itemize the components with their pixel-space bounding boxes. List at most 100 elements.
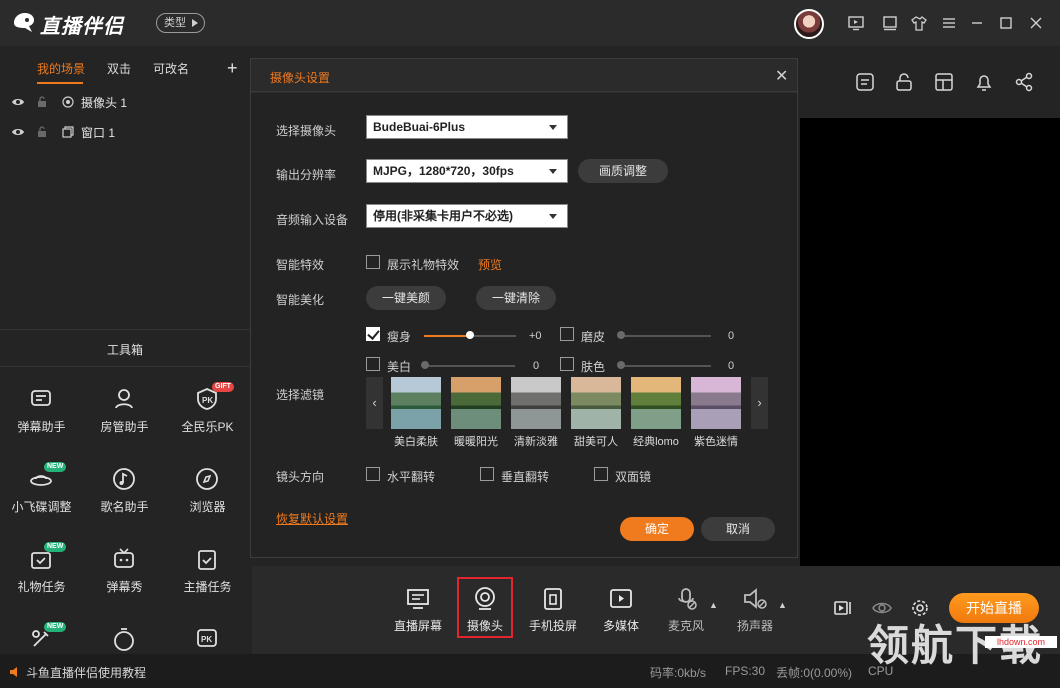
tool-pk[interactable]: PK GIFT 全民乐PK (166, 378, 249, 456)
lock-icon[interactable] (36, 126, 48, 138)
monitor-icon[interactable] (881, 14, 899, 32)
tool-bullet-show[interactable]: 弹幕秀 (83, 538, 166, 616)
gift-effects-checkbox[interactable] (366, 255, 380, 269)
camera-select[interactable]: BudeBuai-6Plus (366, 115, 568, 139)
record-icon[interactable] (833, 598, 853, 618)
phone-cast-button[interactable]: 手机投屏 (523, 586, 583, 638)
tool-browser[interactable]: 浏览器 (166, 458, 249, 536)
cancel-button[interactable]: 取消 (701, 517, 775, 541)
dialog-header: 摄像头设置 ✕ (251, 59, 797, 92)
gift-effects-label: 展示礼物特效 (387, 258, 460, 272)
lock-icon[interactable] (36, 96, 48, 108)
speaker-options-icon[interactable]: ▲ (778, 600, 790, 612)
smooth-checkbox[interactable] (560, 327, 574, 341)
task-icon (198, 550, 216, 570)
resolution-select[interactable]: MJPG，1280*720，30fps (366, 159, 568, 183)
source-label: 摄像头 1 (81, 96, 128, 110)
smooth-slider[interactable] (619, 335, 711, 337)
menu-icon[interactable] (940, 14, 958, 32)
one-click-clear-button[interactable]: 一键清除 (476, 286, 556, 310)
filter-thumb-1[interactable] (391, 377, 441, 429)
dialog-close-icon[interactable]: ✕ (775, 66, 788, 86)
one-click-beauty-button[interactable]: 一键美颜 (366, 286, 446, 310)
speaker-button[interactable]: 扬声器 (725, 586, 785, 638)
phone-cast-icon (544, 588, 562, 610)
tool-gift-task[interactable]: NEW 礼物任务 (0, 538, 83, 616)
tool-room-admin[interactable]: 房管助手 (83, 378, 166, 456)
add-scene-button[interactable]: + (227, 58, 238, 79)
whiten-slider[interactable] (423, 365, 515, 367)
filter-thumb-4[interactable] (571, 377, 621, 429)
filter-thumb-2[interactable] (451, 377, 501, 429)
tool-bullet-chat[interactable]: 弹幕助手 (0, 378, 83, 456)
title-bar: 直播伴侣 类型 (0, 0, 1060, 46)
svg-text:PK: PK (201, 635, 212, 644)
quality-adjust-button[interactable]: 画质调整 (578, 159, 668, 183)
filter-prev-icon[interactable]: ‹ (366, 377, 383, 429)
tool-song-name[interactable]: 歌名助手 (83, 458, 166, 536)
camera-button[interactable]: 摄像头 (455, 586, 515, 638)
chevron-down-icon (549, 169, 557, 174)
effects-preview-link[interactable]: 预览 (478, 256, 502, 273)
restore-defaults-link[interactable]: 恢复默认设置 (276, 510, 348, 527)
filter-thumb-3[interactable] (511, 377, 561, 429)
share-icon[interactable] (1014, 72, 1034, 92)
type-button[interactable]: 类型 (156, 13, 205, 33)
tool-label: 弹幕助手 (17, 420, 66, 434)
tool-label: 歌名助手 (100, 500, 149, 514)
skin-tone-slider[interactable] (619, 365, 711, 367)
dual-mirror-checkbox[interactable] (594, 467, 608, 481)
tab-double-click[interactable]: 双击 (107, 60, 131, 77)
multimedia-button[interactable]: 多媒体 (591, 586, 651, 638)
slim-checkbox[interactable] (366, 327, 380, 341)
source-row-window[interactable]: 窗口 1 (0, 118, 250, 146)
filter-thumb-6[interactable] (691, 377, 741, 429)
filter-next-icon[interactable]: › (751, 377, 768, 429)
tab-my-scene[interactable]: 我的场景 (37, 60, 85, 77)
whiten-slider-knob[interactable] (421, 361, 429, 369)
preview-canvas[interactable] (800, 118, 1060, 566)
smart-beauty-label: 智能美化 (276, 293, 325, 307)
filter-name-1: 美白柔肤 (394, 436, 438, 448)
audio-input-select[interactable]: 停用(非采集卡用户不必选) (366, 204, 568, 228)
bottom-item-label: 麦克风 (667, 619, 704, 633)
compass-icon (196, 468, 218, 490)
slim-slider-knob[interactable] (466, 331, 474, 339)
minimize-icon[interactable] (968, 14, 986, 32)
video-play-icon[interactable] (847, 14, 865, 32)
confirm-button[interactable]: 确定 (620, 517, 694, 541)
bell-icon[interactable] (974, 72, 994, 92)
source-row-camera[interactable]: 摄像头 1 (0, 88, 250, 116)
maximize-icon[interactable] (997, 14, 1015, 32)
tool-anchor-task[interactable]: 主播任务 (166, 538, 249, 616)
avatar[interactable] (794, 9, 824, 39)
scene-tabs: 我的场景 双击 可改名 + (0, 58, 250, 86)
audio-input-value: 停用(非采集卡用户不必选) (373, 209, 513, 223)
smooth-slider-knob[interactable] (617, 331, 625, 339)
filter-thumb-5[interactable] (631, 377, 681, 429)
vertical-flip-checkbox[interactable] (480, 467, 494, 481)
whiten-checkbox[interactable] (366, 357, 380, 371)
shirt-icon[interactable] (910, 14, 928, 32)
tab-rename[interactable]: 可改名 (153, 60, 189, 77)
close-icon[interactable] (1027, 14, 1045, 32)
horizontal-flip-label: 水平翻转 (387, 470, 436, 484)
mic-options-icon[interactable]: ▲ (709, 600, 721, 612)
speaker-icon (10, 667, 17, 677)
unlock-icon[interactable] (894, 72, 914, 92)
new-badge: NEW (44, 462, 67, 472)
eye-icon[interactable] (12, 96, 24, 108)
tv-icon (114, 548, 134, 568)
list-icon[interactable] (855, 72, 875, 92)
skin-tone-checkbox[interactable] (560, 357, 574, 371)
tool-ufo[interactable]: NEW 小飞碟调整 (0, 458, 83, 536)
camera-source-icon (62, 96, 74, 108)
eye-icon[interactable] (12, 126, 24, 138)
microphone-button[interactable]: 麦克风 (656, 586, 716, 638)
horizontal-flip-checkbox[interactable] (366, 467, 380, 481)
live-screen-button[interactable]: 直播屏幕 (388, 586, 448, 638)
skin-tone-slider-knob[interactable] (617, 361, 625, 369)
layout-icon[interactable] (934, 72, 954, 92)
admin-icon (115, 389, 133, 409)
tutorial-link[interactable]: 斗鱼直播伴侣使用教程 (26, 664, 146, 681)
